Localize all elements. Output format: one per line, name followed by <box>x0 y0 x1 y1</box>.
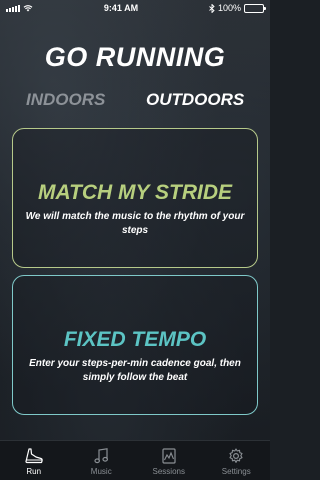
tabbar-item-run[interactable]: Run <box>4 441 64 476</box>
tabbar-item-settings[interactable]: Settings <box>206 441 266 476</box>
cellular-signal-icon <box>6 4 20 12</box>
battery-percent: 100% <box>217 3 241 13</box>
status-time: 9:41 AM <box>103 3 139 13</box>
fixed-tempo-title: FIXED TEMPO <box>63 328 207 351</box>
tabbar-label-run: Run <box>26 467 42 476</box>
battery-icon <box>244 3 266 13</box>
tab-outdoors[interactable]: OUTDOORS <box>146 90 244 110</box>
match-my-stride-title: MATCH MY STRIDE <box>37 181 233 204</box>
shoe-icon <box>25 447 43 464</box>
tabbar-item-music[interactable]: Music <box>71 441 131 476</box>
page-title: GO RUNNING <box>44 42 226 72</box>
tabbar-label-sessions: Sessions <box>152 467 185 476</box>
music-note-icon <box>94 447 109 464</box>
location-tabs: INDOORS OUTDOORS <box>0 90 270 112</box>
bluetooth-icon <box>209 3 215 13</box>
tab-indoors[interactable]: INDOORS <box>26 90 105 110</box>
fixed-tempo-card[interactable]: FIXED TEMPO Enter your steps-per-min cad… <box>12 275 258 415</box>
tabbar-label-settings: Settings <box>221 467 251 476</box>
tabbar-label-music: Music <box>90 467 112 476</box>
fixed-tempo-description: Enter your steps-per-min cadence goal, t… <box>29 358 241 383</box>
match-my-stride-card[interactable]: MATCH MY STRIDE We will match the music … <box>12 128 258 268</box>
wifi-icon <box>23 5 33 12</box>
tabbar-item-sessions[interactable]: Sessions <box>139 441 199 476</box>
status-bar: 9:41 AM 100% <box>0 0 270 16</box>
sessions-icon <box>162 447 176 464</box>
gear-icon <box>228 447 244 464</box>
bottom-tab-bar: Run Music Sessions Settings <box>0 440 270 480</box>
match-my-stride-description: We will match the music to the rhythm of… <box>25 211 245 236</box>
